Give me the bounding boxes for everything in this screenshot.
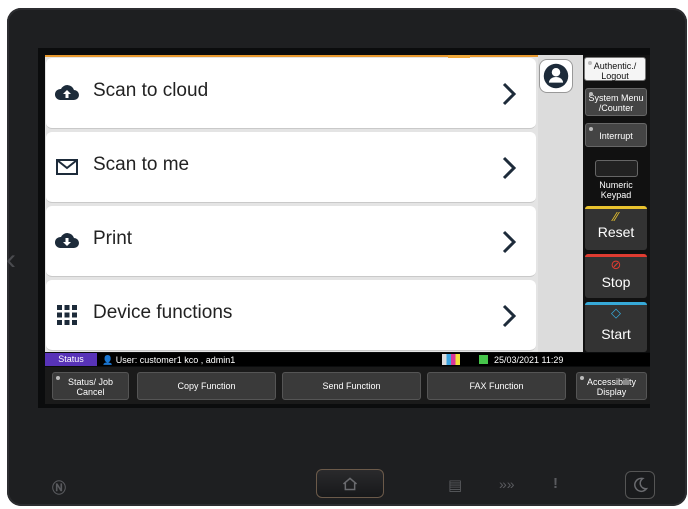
cloud-download-icon xyxy=(54,233,79,248)
reset-label: Reset xyxy=(597,224,635,240)
start-label: Start xyxy=(601,326,631,342)
indicator-dot xyxy=(580,376,584,380)
menu-item-device-functions[interactable]: Device functions xyxy=(46,280,536,351)
document-icon: ▤ xyxy=(448,477,463,494)
attention-icon: ! xyxy=(553,475,558,492)
user-account-button[interactable] xyxy=(539,59,573,93)
copy-function-label: Copy Function xyxy=(177,381,236,391)
indicator-dot xyxy=(588,61,592,65)
start-icon: ◇ xyxy=(611,305,621,320)
status-job-cancel-label: Status/ Job Cancel xyxy=(67,377,114,397)
chevron-left-icon: ‹ xyxy=(6,243,16,276)
reset-icon: ⁄⁄ xyxy=(613,209,619,224)
system-menu-counter-button[interactable]: System Menu /Counter xyxy=(585,88,647,116)
authentication-logout-button[interactable]: Authentic./ Logout xyxy=(584,57,646,81)
menu-item-label: Device functions xyxy=(93,302,233,323)
user-text: User: customer1 kco , admin1 xyxy=(115,355,236,365)
copy-function-button[interactable]: Copy Function xyxy=(137,372,276,400)
processing-icon: »» xyxy=(499,476,515,492)
status-button[interactable]: Status xyxy=(45,353,97,366)
accessibility-display-button[interactable]: Accessibility Display xyxy=(576,372,647,400)
start-button[interactable]: ◇ Start xyxy=(585,302,647,352)
indicator-dot xyxy=(56,376,60,380)
toner-icon xyxy=(442,354,460,365)
menu-item-label: Print xyxy=(93,228,133,249)
envelope-icon xyxy=(56,159,78,175)
user-icon: 👤 xyxy=(102,355,114,365)
home-button[interactable] xyxy=(316,469,384,498)
indicator-dot xyxy=(589,127,593,131)
interrupt-label: Interrupt xyxy=(599,131,633,141)
fax-function-button[interactable]: FAX Function xyxy=(427,372,566,400)
menu-item-scan-to-cloud[interactable]: Scan to cloud xyxy=(46,58,536,129)
side-strip xyxy=(538,55,583,352)
menu-item-scan-to-me[interactable]: Scan to me xyxy=(46,132,536,203)
menu-item-label: Scan to me xyxy=(93,154,190,175)
fax-function-label: FAX Function xyxy=(469,381,524,391)
user-info: 👤 User: customer1 kco , admin1 xyxy=(102,354,235,366)
send-function-button[interactable]: Send Function xyxy=(282,372,421,400)
home-icon xyxy=(342,477,358,491)
chevron-right-icon xyxy=(502,230,517,254)
accessibility-label: Accessibility Display xyxy=(586,377,636,397)
stop-button[interactable]: ⊘ Stop xyxy=(585,254,647,298)
numeric-keypad-button[interactable] xyxy=(595,160,638,177)
nfc-icon: Ⓝ xyxy=(52,480,66,496)
main-menu: Scan to cloud Scan to me Print Device fu… xyxy=(45,55,538,352)
system-menu-label: System Menu /Counter xyxy=(588,93,644,113)
chevron-right-icon xyxy=(502,156,517,180)
moon-icon xyxy=(634,477,649,493)
datetime: 25/03/2021 11:29 xyxy=(494,355,564,365)
chevron-right-icon xyxy=(502,82,517,106)
interrupt-button[interactable]: Interrupt xyxy=(585,123,647,147)
status-bar: Status 👤 User: customer1 kco , admin1 25… xyxy=(45,353,650,366)
send-function-label: Send Function xyxy=(322,381,381,391)
reset-button[interactable]: ⁄⁄ Reset xyxy=(585,206,647,250)
chevron-right-icon xyxy=(502,304,517,328)
sleep-button[interactable] xyxy=(625,471,655,499)
cloud-upload-icon xyxy=(54,85,79,100)
stop-label: Stop xyxy=(601,274,631,290)
numeric-keypad-label: Numeric Keypad xyxy=(599,180,633,200)
indicator-dot xyxy=(589,92,593,96)
calendar-icon xyxy=(479,355,488,364)
menu-item-label: Scan to cloud xyxy=(93,80,209,101)
menu-item-print[interactable]: Print xyxy=(46,206,536,277)
user-icon xyxy=(543,63,569,89)
status-job-cancel-button[interactable]: Status/ Job Cancel xyxy=(52,372,129,400)
grid-icon xyxy=(57,305,77,325)
auth-label: Authentic./ Logout xyxy=(593,61,637,81)
stop-icon: ⊘ xyxy=(610,257,622,272)
